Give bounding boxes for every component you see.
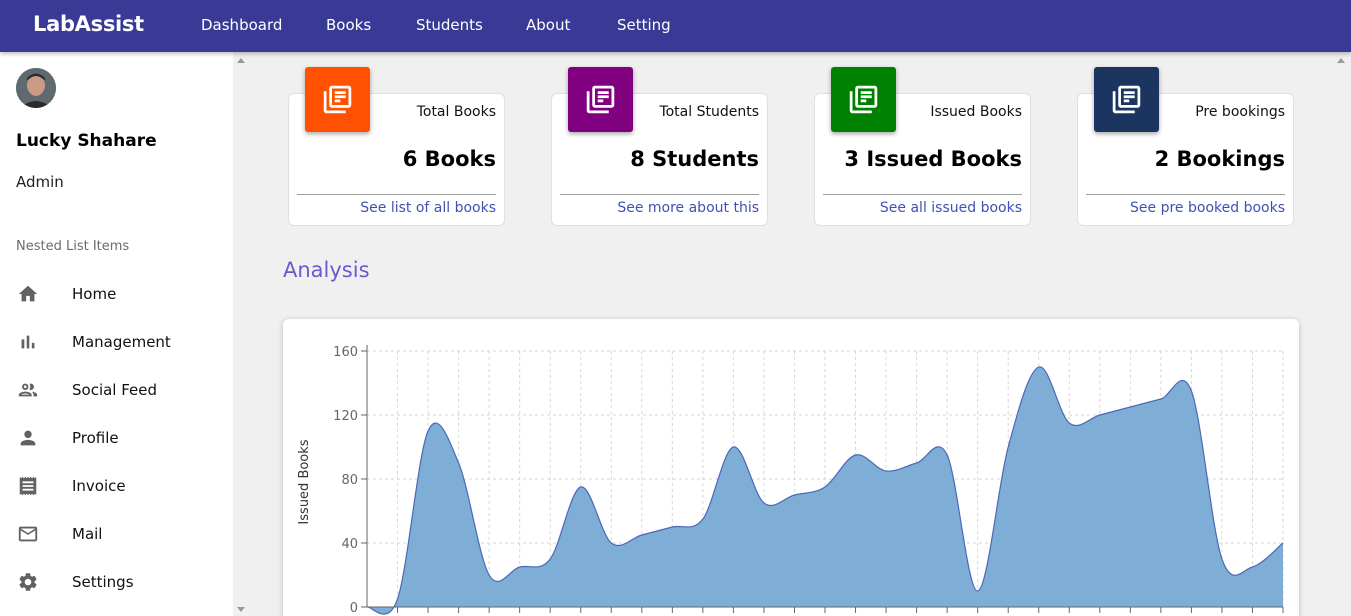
nav-dashboard[interactable]: Dashboard [201, 16, 282, 34]
sidebar-item-label: Profile [72, 429, 119, 447]
see-all-books-link[interactable]: See list of all books [360, 200, 496, 216]
y-axis-title: Issued Books [297, 439, 312, 524]
issued-books-area-chart: 0 40 80 120 160 Issued Books [297, 345, 1284, 616]
sidebar-item-label: Social Feed [72, 381, 158, 399]
stat-divider [1086, 194, 1285, 195]
stat-title: Pre bookings [1195, 104, 1285, 120]
y-tick-label: 160 [333, 345, 358, 360]
user-name: Lucky Shahare [16, 131, 157, 151]
main-scroll-up-arrow[interactable] [1337, 58, 1345, 63]
home-icon [18, 285, 38, 302]
sidebar-item-profile[interactable]: Profile [0, 414, 233, 462]
gear-icon [19, 573, 37, 591]
nav-about[interactable]: About [526, 16, 570, 34]
sidebar-item-management[interactable]: Management [0, 318, 233, 366]
y-tick-label: 80 [341, 473, 358, 488]
stat-icon-tile [568, 67, 633, 132]
sidebar-item-label: Mail [72, 525, 103, 543]
stat-value: 6 Books [402, 147, 496, 171]
sidebar-item-label: Invoice [72, 477, 126, 495]
stat-value: 2 Bookings [1154, 147, 1285, 171]
y-tick-label: 40 [341, 537, 358, 552]
avatar[interactable] [16, 68, 56, 108]
stat-value: 8 Students [630, 147, 759, 171]
sidebar-item-home[interactable]: Home [0, 270, 233, 318]
nested-list-subheader: Nested List Items [16, 239, 130, 254]
top-app-bar: LabAssist Dashboard Books Students About… [0, 0, 1351, 52]
stat-title: Issued Books [930, 104, 1022, 120]
sidebar-item-label: Settings [72, 573, 134, 591]
sidebar-item-label: Home [72, 285, 117, 303]
stat-divider [823, 194, 1022, 195]
stat-icon-tile [831, 67, 896, 132]
y-tick-label: 120 [333, 409, 358, 424]
library-books-icon [586, 85, 615, 114]
nav-students[interactable]: Students [416, 16, 483, 34]
stat-icon-tile [305, 67, 370, 132]
see-issued-books-link[interactable]: See all issued books [880, 200, 1022, 216]
stat-divider [297, 194, 496, 195]
nav-setting[interactable]: Setting [617, 16, 671, 34]
stat-icon-tile [1094, 67, 1159, 132]
sidebar-item-label: Management [72, 333, 171, 351]
receipt-icon [19, 476, 37, 496]
sidebar-item-mail[interactable]: Mail [0, 510, 233, 558]
user-role: Admin [16, 173, 64, 191]
library-books-icon [849, 85, 878, 114]
nav-books[interactable]: Books [326, 16, 371, 34]
y-tick-label: 0 [350, 601, 358, 616]
stat-title: Total Books [416, 104, 496, 120]
stat-value: 3 Issued Books [844, 147, 1022, 171]
avatar-image [16, 68, 56, 108]
mail-icon [18, 526, 38, 542]
analysis-chart-card: 0 40 80 120 160 Issued Books [283, 319, 1299, 616]
stat-title: Total Students [659, 104, 759, 120]
sidebar-item-social-feed[interactable]: Social Feed [0, 366, 233, 414]
sidebar-scroll-up-arrow[interactable] [237, 58, 245, 63]
bar-chart-icon [21, 335, 35, 349]
analysis-heading: Analysis [283, 258, 370, 282]
sidebar-scroll-down-arrow[interactable] [237, 607, 245, 612]
brand-logo[interactable]: LabAssist [33, 12, 144, 36]
person-icon [20, 430, 36, 446]
library-books-icon [1112, 85, 1141, 114]
people-icon [18, 383, 38, 397]
sidebar: Lucky Shahare Admin Nested List Items Ho… [0, 52, 233, 616]
sidebar-item-invoice[interactable]: Invoice [0, 462, 233, 510]
stat-divider [560, 194, 759, 195]
sidebar-item-settings[interactable]: Settings [0, 558, 233, 606]
see-pre-booked-link[interactable]: See pre booked books [1130, 200, 1285, 216]
library-books-icon [323, 85, 352, 114]
issued-books-area [367, 366, 1283, 615]
see-more-students-link[interactable]: See more about this [617, 200, 759, 216]
